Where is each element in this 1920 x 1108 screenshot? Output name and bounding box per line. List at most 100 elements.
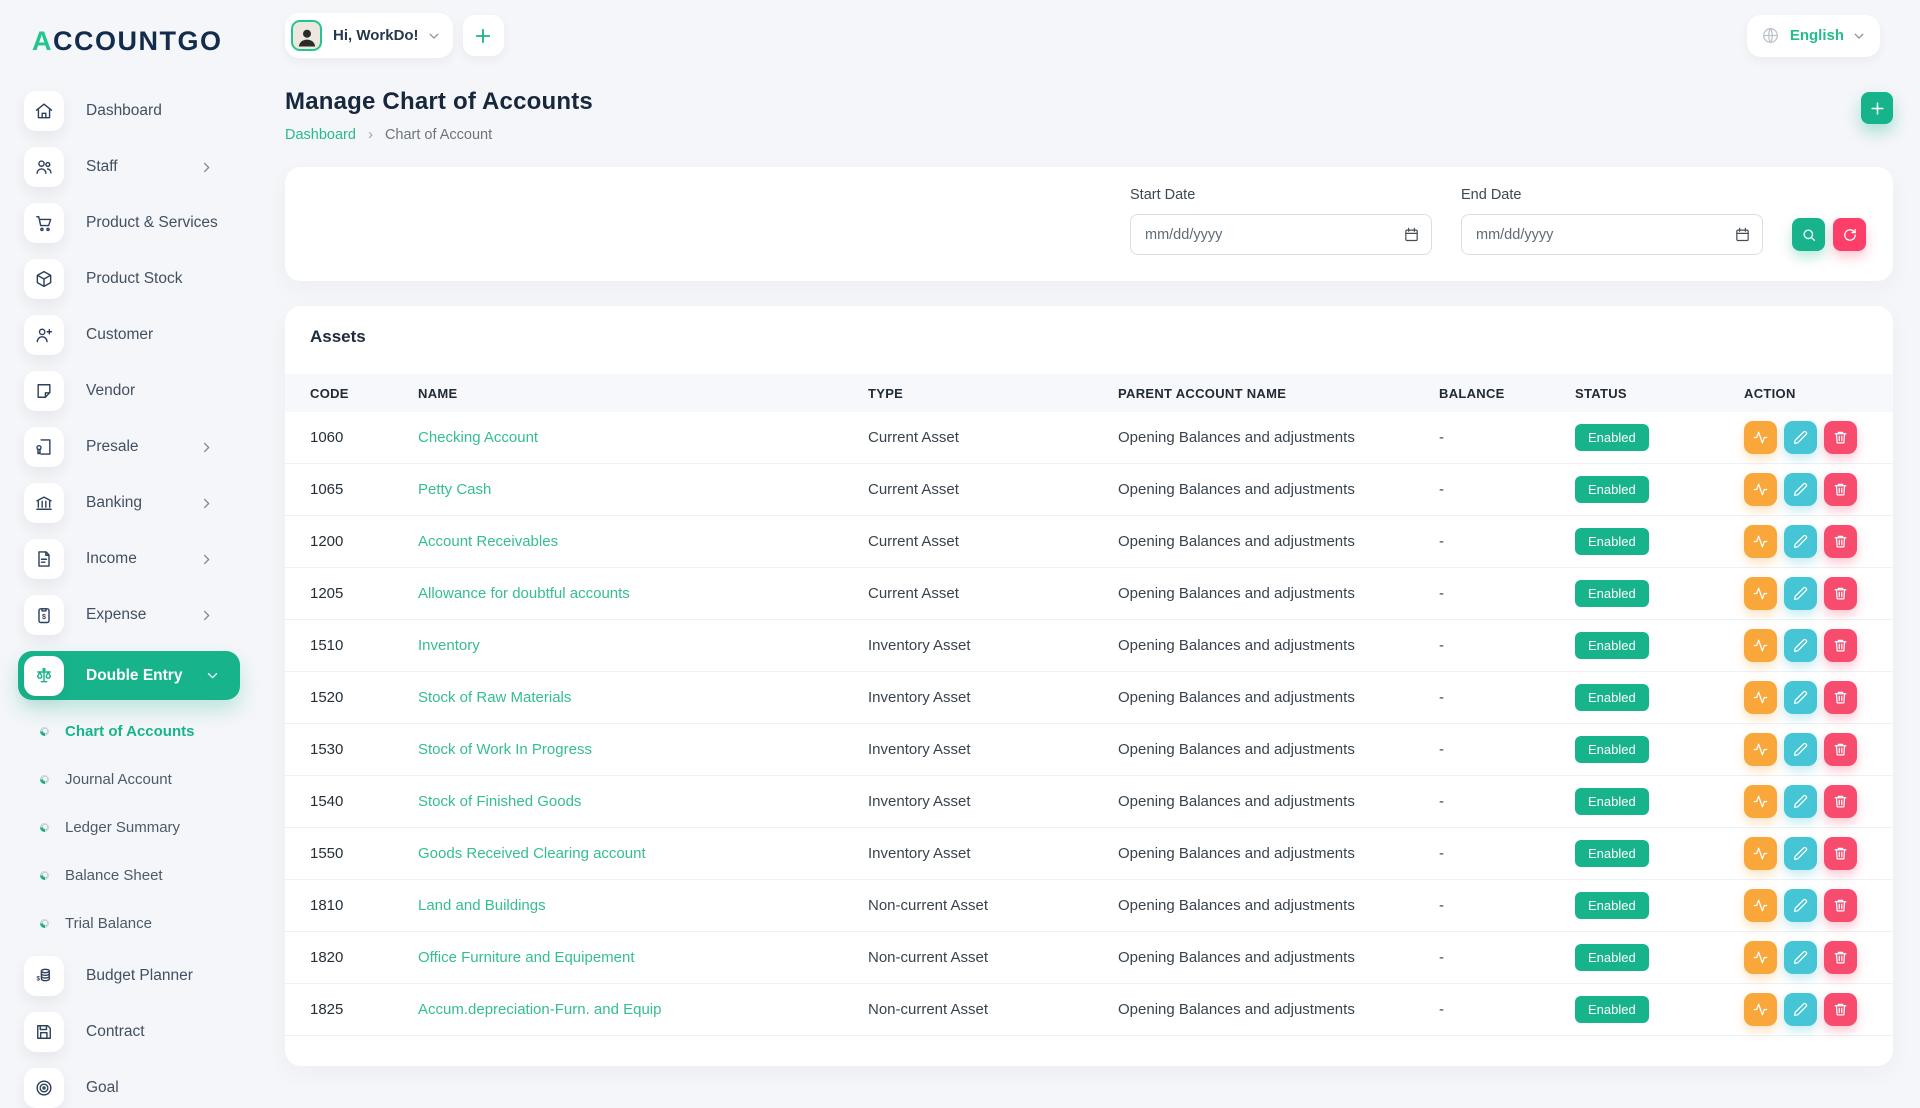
account-name-link[interactable]: Stock of Raw Materials [418, 689, 868, 706]
account-type: Inventory Asset [868, 689, 971, 706]
user-menu[interactable]: Hi, WorkDo! [285, 13, 453, 58]
edit-button[interactable] [1784, 733, 1817, 766]
submenu-item[interactable]: Journal Account [24, 764, 256, 794]
edit-button[interactable] [1784, 889, 1817, 922]
sidebar-item-label: Presale [86, 438, 139, 455]
activity-button[interactable] [1744, 681, 1777, 714]
edit-button[interactable] [1784, 785, 1817, 818]
activity-button[interactable] [1744, 785, 1777, 818]
sidebar-item[interactable]: Double Entry [18, 651, 240, 700]
delete-button[interactable] [1824, 629, 1857, 662]
row-actions [1744, 577, 1893, 610]
account-name-link[interactable]: Inventory [418, 637, 868, 654]
sidebar-item[interactable]: Income [24, 539, 240, 579]
account-name-link[interactable]: Office Furniture and Equipement [418, 949, 868, 966]
sidebar-item[interactable]: Expense [24, 595, 240, 635]
chevron-down-icon [1852, 29, 1866, 43]
edit-button[interactable] [1784, 629, 1817, 662]
status-badge: Enabled [1575, 632, 1649, 659]
account-name-link[interactable]: Goods Received Clearing account [418, 845, 868, 862]
activity-button[interactable] [1744, 733, 1777, 766]
pencil-icon [1793, 1002, 1808, 1017]
cart-icon [34, 213, 54, 233]
edit-button[interactable] [1784, 473, 1817, 506]
breadcrumb-dashboard-link[interactable]: Dashboard [285, 127, 356, 143]
sidebar-item[interactable]: Presale [24, 427, 240, 467]
start-date-input[interactable] [1130, 214, 1432, 255]
delete-button[interactable] [1824, 733, 1857, 766]
activity-button[interactable] [1744, 941, 1777, 974]
reset-button[interactable] [1833, 218, 1866, 251]
submenu-item[interactable]: Chart of Accounts [24, 716, 256, 746]
end-date-input[interactable] [1461, 214, 1763, 255]
activity-button[interactable] [1744, 421, 1777, 454]
activity-button[interactable] [1744, 525, 1777, 558]
sidebar-item[interactable]: Budget Planner [24, 956, 240, 996]
account-name-link[interactable]: Petty Cash [418, 481, 868, 498]
account-name-link[interactable]: Land and Buildings [418, 897, 868, 914]
sidebar-item-label: Vendor [86, 382, 136, 399]
activity-icon [1753, 794, 1768, 809]
delete-button[interactable] [1824, 421, 1857, 454]
edit-button[interactable] [1784, 837, 1817, 870]
edit-button[interactable] [1784, 941, 1817, 974]
edit-button[interactable] [1784, 525, 1817, 558]
sidebar-item[interactable]: Staff [24, 147, 240, 187]
activity-button[interactable] [1744, 889, 1777, 922]
edit-button[interactable] [1784, 577, 1817, 610]
row-actions [1744, 837, 1893, 870]
delete-button[interactable] [1824, 577, 1857, 610]
search-button[interactable] [1792, 218, 1825, 251]
trash-icon [1833, 638, 1848, 653]
delete-button[interactable] [1824, 473, 1857, 506]
sidebar-item[interactable]: Banking [24, 483, 240, 523]
quick-add-button[interactable] [462, 15, 504, 56]
edit-button[interactable] [1784, 681, 1817, 714]
submenu-item[interactable]: Balance Sheet [24, 860, 256, 890]
submenu-item[interactable]: Trial Balance [24, 908, 256, 938]
activity-button[interactable] [1744, 577, 1777, 610]
app-logo[interactable]: ACCOUNTGO [32, 26, 256, 57]
sidebar-item[interactable]: Goal [24, 1068, 240, 1108]
delete-button[interactable] [1824, 785, 1857, 818]
pencil-icon [1793, 638, 1808, 653]
sidebar: ACCOUNTGO Dashboard Staff Product & Serv… [0, 0, 256, 1108]
sidebar-item[interactable]: Product Stock [24, 259, 240, 299]
account-name-link[interactable]: Allowance for doubtful accounts [418, 585, 868, 602]
activity-button[interactable] [1744, 993, 1777, 1026]
table-row: 1820 Office Furniture and Equipement Non… [285, 932, 1893, 984]
edit-button[interactable] [1784, 421, 1817, 454]
account-name-link[interactable]: Accum.depreciation-Furn. and Equip [418, 1001, 868, 1018]
parent-account-name: Opening Balances and adjustments [1118, 845, 1355, 862]
language-selector[interactable]: English [1746, 14, 1880, 57]
delete-button[interactable] [1824, 941, 1857, 974]
delete-button[interactable] [1824, 837, 1857, 870]
sidebar-item[interactable]: Product & Services [24, 203, 240, 243]
delete-button[interactable] [1824, 681, 1857, 714]
parent-account-name: Opening Balances and adjustments [1118, 481, 1355, 498]
account-name-link[interactable]: Checking Account [418, 429, 868, 446]
column-header: CODE [310, 385, 349, 401]
account-name-link[interactable]: Account Receivables [418, 533, 868, 550]
activity-button[interactable] [1744, 629, 1777, 662]
edit-button[interactable] [1784, 993, 1817, 1026]
activity-button[interactable] [1744, 837, 1777, 870]
delete-button[interactable] [1824, 993, 1857, 1026]
sidebar-item[interactable]: Dashboard [24, 91, 240, 131]
sidebar-item-icon-tile [24, 956, 64, 996]
sidebar-item[interactable]: Customer [24, 315, 240, 355]
trash-icon [1833, 586, 1848, 601]
sidebar-item[interactable]: Vendor [24, 371, 240, 411]
create-account-button[interactable] [1861, 92, 1893, 124]
chevron-right-icon [199, 160, 214, 175]
sidebar-item-label: Goal [86, 1079, 119, 1096]
sidebar-item-icon-tile [24, 371, 64, 411]
submenu-bullet-icon [40, 726, 49, 736]
delete-button[interactable] [1824, 889, 1857, 922]
account-name-link[interactable]: Stock of Work In Progress [418, 741, 868, 758]
sidebar-item[interactable]: Contract [24, 1012, 240, 1052]
submenu-item[interactable]: Ledger Summary [24, 812, 256, 842]
activity-button[interactable] [1744, 473, 1777, 506]
account-name-link[interactable]: Stock of Finished Goods [418, 793, 868, 810]
delete-button[interactable] [1824, 525, 1857, 558]
